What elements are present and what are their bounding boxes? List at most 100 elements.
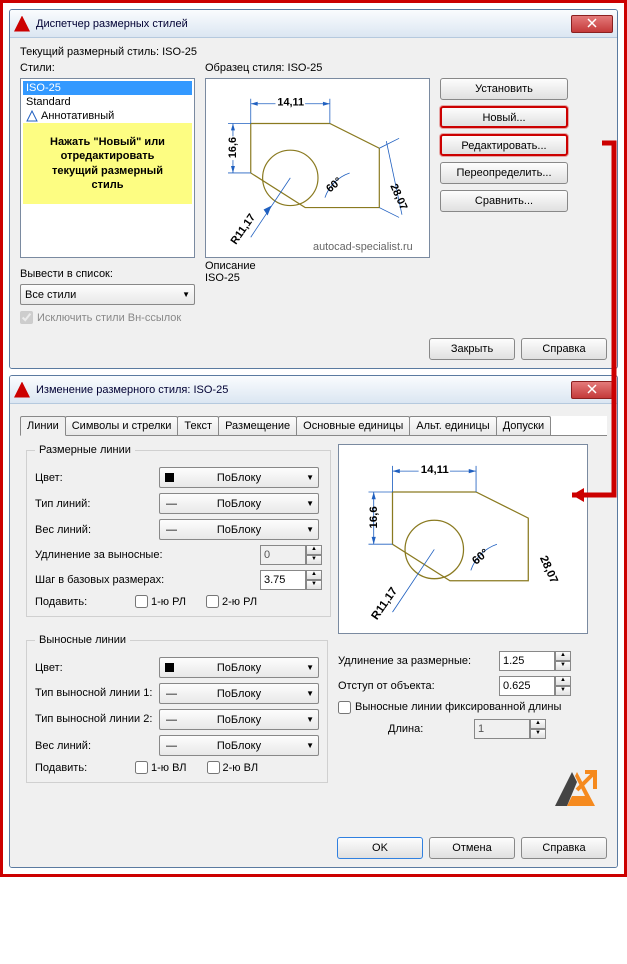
offset-origin-input[interactable]: [499, 676, 555, 696]
extension-lines-group: Выносные линии Цвет: ПоБлоку▼ Тип выносн…: [26, 634, 328, 783]
new-button[interactable]: Новый...: [440, 106, 568, 128]
instruction-note: Нажать "Новый" или отредактировать текущ…: [23, 123, 192, 204]
tab-bar: Линии Символы и стрелки Текст Размещение…: [20, 416, 607, 436]
chevron-down-icon: ▼: [306, 741, 314, 750]
watermark: autocad-specialist.ru: [313, 241, 413, 253]
exclude-xref-label: Исключить стили Вн-ссылок: [37, 312, 181, 324]
autocad-icon: [14, 16, 30, 32]
ext-lt1-dropdown[interactable]: —ПоБлоку▼: [159, 683, 319, 704]
titlebar[interactable]: Диспетчер размерных стилей: [10, 10, 617, 38]
linetype-dropdown[interactable]: —ПоБлоку▼: [159, 493, 319, 514]
spin-down-icon[interactable]: ▼: [530, 729, 546, 739]
ext-color-dropdown[interactable]: ПоБлоку▼: [159, 657, 319, 678]
help-button[interactable]: Справка: [521, 837, 607, 859]
help-button[interactable]: Справка: [521, 338, 607, 360]
style-item-iso25[interactable]: ISO-25: [23, 81, 192, 95]
cancel-button[interactable]: Отмена: [429, 837, 515, 859]
current-style-label: Текущий размерный стиль: ISO-25: [20, 46, 607, 58]
linetype-label: Тип линий:: [35, 498, 153, 510]
extend-beyond-dim-spinner[interactable]: ▲▼: [499, 651, 571, 671]
autocad-icon: [14, 382, 30, 398]
extend-beyond-input[interactable]: [260, 545, 306, 565]
chevron-down-icon: ▼: [306, 715, 314, 724]
spin-down-icon[interactable]: ▼: [555, 686, 571, 696]
baseline-spacing-input[interactable]: [260, 570, 306, 590]
svg-text:R11,17: R11,17: [229, 212, 259, 247]
ext-lweight-label: Вес линий:: [35, 740, 153, 752]
tab-fit[interactable]: Размещение: [218, 416, 297, 435]
styles-label: Стили:: [20, 62, 195, 74]
fixed-length-checkbox[interactable]: Выносные линии фиксированной длины: [338, 701, 561, 714]
chevron-down-icon: ▼: [306, 499, 314, 508]
svg-text:28,07: 28,07: [387, 182, 409, 212]
spin-up-icon[interactable]: ▲: [555, 651, 571, 661]
suppress-el1-checkbox[interactable]: 1-ю ВЛ: [135, 761, 187, 774]
extend-beyond-spinner[interactable]: ▲▼: [260, 545, 322, 565]
suppress-label: Подавить:: [35, 596, 115, 608]
description-label: Описание: [205, 260, 430, 272]
extend-beyond-dim-label: Удлинение за размерные:: [338, 655, 493, 667]
ext-lt1-label: Тип выносной линии 1:: [35, 687, 153, 699]
dimension-lines-legend: Размерные линии: [35, 444, 135, 456]
titlebar[interactable]: Изменение размерного стиля: ISO-25: [10, 376, 617, 404]
tab-primary-units[interactable]: Основные единицы: [296, 416, 410, 435]
description-value: ISO-25: [205, 272, 430, 284]
spin-up-icon[interactable]: ▲: [306, 570, 322, 580]
color-label: Цвет:: [35, 472, 153, 484]
tab-text[interactable]: Текст: [177, 416, 219, 435]
chevron-down-icon: ▼: [306, 689, 314, 698]
ext-suppress-label: Подавить:: [35, 762, 115, 774]
style-item-label: Аннотативный: [41, 110, 114, 122]
ext-lt2-label: Тип выносной линии 2:: [35, 713, 153, 725]
exclude-xref-checkbox: [20, 311, 33, 324]
suppress-dl2-checkbox[interactable]: 2-ю РЛ: [206, 595, 257, 608]
tab-lines[interactable]: Линии: [20, 416, 66, 436]
ext-lt2-dropdown[interactable]: —ПоБлоку▼: [159, 709, 319, 730]
svg-text:16,6: 16,6: [227, 137, 239, 158]
list-filter-label: Вывести в список:: [20, 268, 195, 280]
modify-button[interactable]: Редактировать...: [440, 134, 568, 156]
tab-alt-units[interactable]: Альт. единицы: [409, 416, 496, 435]
tab-tolerances[interactable]: Допуски: [496, 416, 551, 435]
offset-origin-label: Отступ от объекта:: [338, 680, 493, 692]
lineweight-dropdown[interactable]: —ПоБлоку▼: [159, 519, 319, 540]
compare-button[interactable]: Сравнить...: [440, 190, 568, 212]
spin-down-icon[interactable]: ▼: [306, 555, 322, 565]
svg-text:14,11: 14,11: [277, 97, 304, 109]
suppress-el2-checkbox[interactable]: 2-ю ВЛ: [207, 761, 259, 774]
color-swatch: [165, 663, 174, 672]
spin-up-icon[interactable]: ▲: [530, 719, 546, 729]
chevron-down-icon: ▼: [306, 525, 314, 534]
offset-origin-spinner[interactable]: ▲▼: [499, 676, 571, 696]
style-item-annotative[interactable]: Аннотативный: [23, 109, 192, 123]
close-dialog-button[interactable]: Закрыть: [429, 338, 515, 360]
svg-text:R11,17: R11,17: [369, 586, 400, 623]
spin-up-icon[interactable]: ▲: [555, 676, 571, 686]
extend-beyond-dim-input[interactable]: [499, 651, 555, 671]
override-button[interactable]: Переопределить...: [440, 162, 568, 184]
chevron-down-icon: ▼: [306, 663, 314, 672]
color-dropdown[interactable]: ПоБлоку▼: [159, 467, 319, 488]
length-spinner[interactable]: ▲▼: [474, 719, 546, 739]
ok-button[interactable]: OK: [337, 837, 423, 859]
spin-down-icon[interactable]: ▼: [306, 580, 322, 590]
ext-lweight-dropdown[interactable]: —ПоБлоку▼: [159, 735, 319, 756]
spin-up-icon[interactable]: ▲: [306, 545, 322, 555]
style-item-standard[interactable]: Standard: [23, 95, 192, 109]
extend-beyond-label: Удлинение за выносные:: [35, 549, 260, 561]
close-button[interactable]: [571, 381, 613, 399]
spin-down-icon[interactable]: ▼: [555, 661, 571, 671]
suppress-dl1-checkbox[interactable]: 1-ю РЛ: [135, 595, 186, 608]
description-box: Описание ISO-25: [205, 260, 430, 300]
baseline-spacing-spinner[interactable]: ▲▼: [260, 570, 322, 590]
close-button[interactable]: [571, 15, 613, 33]
list-filter-combo[interactable]: Все стили▼: [20, 284, 195, 305]
window-title: Изменение размерного стиля: ISO-25: [36, 384, 571, 396]
set-current-button[interactable]: Установить: [440, 78, 568, 100]
length-input[interactable]: [474, 719, 530, 739]
styles-listbox[interactable]: ISO-25 Standard Аннотативный Нажать "Нов…: [20, 78, 195, 258]
modify-dimension-style-window: Изменение размерного стиля: ISO-25 Линии…: [9, 375, 618, 868]
svg-text:28,07: 28,07: [537, 554, 560, 585]
tab-symbols-arrows[interactable]: Символы и стрелки: [65, 416, 179, 435]
lineweight-label: Вес линий:: [35, 524, 153, 536]
